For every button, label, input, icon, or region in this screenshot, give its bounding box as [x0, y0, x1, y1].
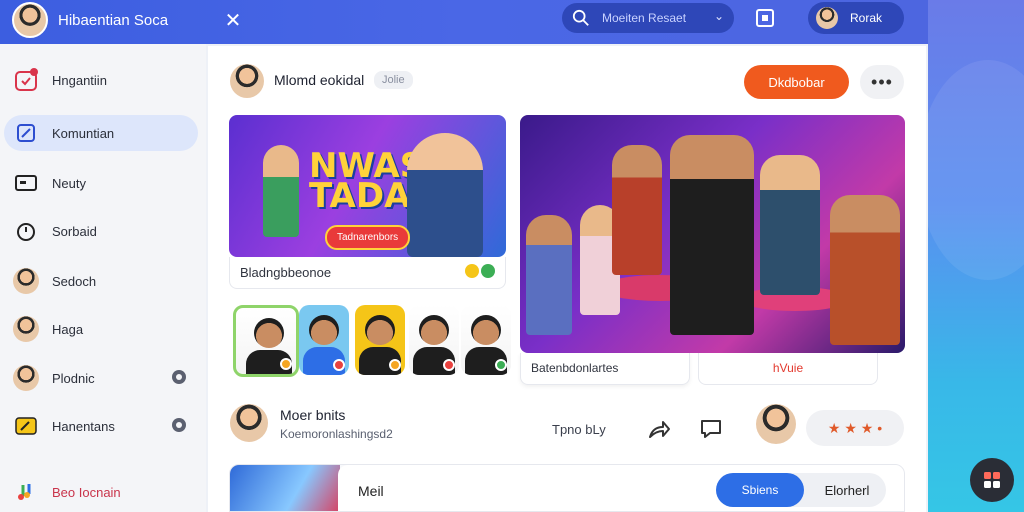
sidebar-item-label: Hngantiin — [52, 72, 107, 88]
person-figure — [670, 135, 754, 335]
location-pin-icon[interactable] — [172, 418, 186, 432]
presenter-figure — [407, 133, 483, 257]
bottom-card-image[interactable] — [230, 465, 340, 511]
sidebar-item-hanentans[interactable]: Hanentans — [4, 408, 198, 444]
card-caption: Batenbdonlartes — [520, 353, 690, 385]
sidebar-item-label: Beo Iocnain — [52, 484, 121, 500]
search-input[interactable]: Moeiten Resaet ⌄ — [562, 3, 734, 33]
avatar — [13, 365, 39, 391]
person-figure — [760, 155, 820, 295]
sidebar-item-plodnic[interactable]: Plodnic — [4, 360, 198, 396]
story-thumbnail[interactable] — [233, 305, 299, 377]
rating-value: ★ ★ ★ • — [827, 419, 883, 436]
sidebar-item-neuty[interactable]: Neuty — [4, 165, 198, 201]
search-icon — [572, 9, 589, 26]
user-name: Rorak — [850, 11, 883, 25]
rating-stars[interactable]: ★ ★ ★ • — [806, 410, 904, 446]
reviewer-avatar[interactable] — [756, 404, 796, 444]
avatar — [13, 316, 39, 342]
sidebar-item-label: Plodnic — [52, 370, 95, 386]
post-author-name[interactable]: Mlomd eokidal — [274, 72, 364, 88]
sidebar: Hngantiin Komuntian Neuty Sorbaid Sedoch… — [0, 44, 206, 512]
apps-button[interactable] — [970, 458, 1014, 502]
segment-active[interactable]: Sbiens — [716, 473, 804, 507]
background-gradient — [918, 0, 1024, 512]
post-author-avatar[interactable] — [230, 64, 264, 98]
app-title: Hibaentian Soca — [58, 12, 169, 29]
comment-icon[interactable] — [698, 416, 724, 442]
reaction-badges[interactable] — [465, 264, 495, 278]
timer-icon — [12, 217, 40, 245]
sidebar-item-komuntian[interactable]: Komuntian — [4, 115, 198, 151]
user-avatar — [816, 7, 838, 29]
follow-button[interactable]: Dkdbobar — [744, 65, 849, 99]
story-thumbnail[interactable] — [355, 305, 405, 375]
person-figure — [612, 145, 662, 275]
story-thumbnail[interactable] — [299, 305, 349, 375]
sidebar-item-hngantiin[interactable]: Hngantiin — [4, 62, 198, 98]
bottom-card: Meil Sbiens Elorherl — [229, 464, 905, 512]
sidebar-item-label: Hanentans — [52, 418, 115, 434]
segmented-control: Sbiens Elorherl — [716, 473, 886, 507]
apps-icon — [984, 472, 1000, 488]
music-icon — [12, 478, 40, 506]
sidebar-item-sedoch[interactable]: Sedoch — [4, 263, 198, 299]
sidebar-item-sorbaid[interactable]: Sorbaid — [4, 213, 198, 249]
user-menu-button[interactable]: Rorak — [808, 2, 904, 34]
sidebar-item-beo-iocnain[interactable]: Beo Iocnain — [4, 474, 198, 510]
window-icon[interactable] — [756, 9, 774, 27]
segment-inactive[interactable]: Elorherl — [808, 473, 886, 507]
card-side-link[interactable]: hVuie — [698, 353, 878, 385]
cartoon-figure — [263, 145, 299, 237]
story-thumbnail[interactable] — [461, 305, 511, 375]
profile-avatar[interactable] — [12, 2, 48, 38]
activity-title: Moer bnits — [280, 407, 346, 423]
note-icon — [12, 412, 40, 440]
edit-square-icon — [12, 119, 40, 147]
sidebar-item-label: Haga — [52, 321, 84, 337]
location-pin-icon[interactable] — [172, 370, 186, 384]
video-card-icon — [12, 169, 40, 197]
card-caption-text: Bladngbbeonoe — [240, 265, 332, 280]
close-icon[interactable]: ✕ — [222, 8, 244, 33]
bottom-card-label: Meil — [358, 483, 384, 499]
card-caption: Bladngbbeonoe — [229, 257, 506, 289]
share-icon[interactable] — [646, 416, 672, 442]
top-bar: Hibaentian Soca ✕ Moeiten Resaet ⌄ Rorak — [0, 0, 928, 44]
sidebar-item-haga[interactable]: Haga — [4, 311, 198, 347]
featured-image-card[interactable]: NWAS TADARS Tadnarenbors — [229, 115, 506, 257]
party-photo-card[interactable] — [520, 115, 905, 353]
chevron-down-icon[interactable]: ⌄ — [714, 9, 724, 23]
activity-subtitle: Koemoronlashingsd2 — [280, 427, 393, 441]
avatar — [13, 268, 39, 294]
more-options-button[interactable]: ••• — [860, 65, 904, 99]
person-figure — [830, 195, 900, 345]
sidebar-item-label: Neuty — [52, 175, 86, 191]
search-placeholder: Moeiten Resaet — [602, 11, 687, 25]
sidebar-item-label: Sedoch — [52, 273, 97, 289]
activity-avatar[interactable] — [230, 404, 268, 442]
story-thumbnails — [229, 305, 511, 377]
story-thumbnail[interactable] — [409, 305, 459, 375]
card-cta-button[interactable]: Tadnarenbors — [325, 225, 411, 250]
post-chip: Jolie — [374, 71, 413, 89]
person-figure — [526, 215, 572, 335]
sidebar-item-label: Sorbaid — [52, 223, 97, 239]
activity-time: Tpno bLy — [552, 422, 606, 437]
sidebar-item-label: Komuntian — [52, 125, 115, 141]
calendar-alert-icon — [12, 66, 40, 94]
